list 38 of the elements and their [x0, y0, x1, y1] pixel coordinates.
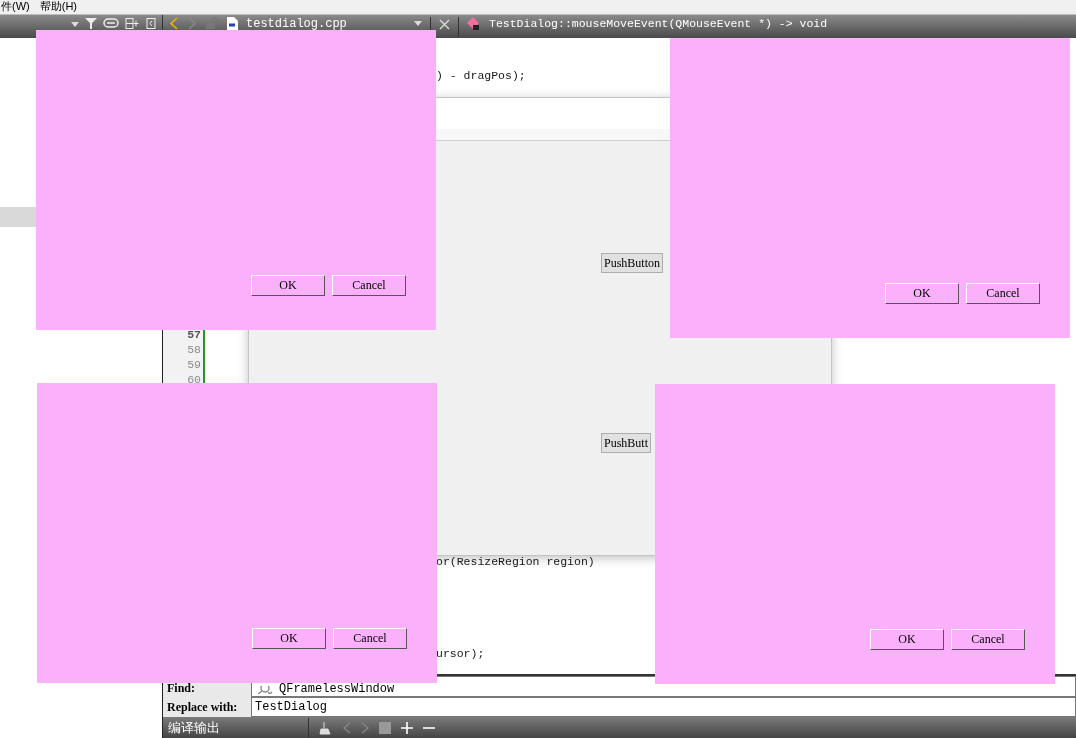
clear-icon[interactable]	[319, 720, 333, 735]
code-text: ) - dragPos);	[436, 68, 526, 84]
code-text: or(ResizeRegion region)	[436, 554, 595, 570]
dropdown-caret-icon[interactable]	[71, 22, 79, 27]
link-icon[interactable]	[103, 18, 119, 28]
dialog-button[interactable]: OK	[885, 283, 959, 304]
file-name[interactable]: testdialog.cpp	[246, 17, 406, 31]
output-pane-title[interactable]: 编译输出	[163, 718, 298, 737]
replace-field[interactable]: TestDialog	[251, 697, 1076, 718]
dialog-button[interactable]: OK	[870, 629, 944, 650]
symbol-lock-icon	[467, 17, 481, 31]
dialog-button[interactable]: Cancel	[966, 283, 1040, 304]
dialog-button[interactable]: Cancel	[332, 275, 406, 296]
line-number: 59	[163, 356, 205, 373]
close-pane-icon[interactable]	[146, 18, 156, 29]
push-button[interactable]: PushButt	[601, 433, 651, 453]
line-number: 57	[163, 326, 205, 342]
zoom-out-icon[interactable]	[423, 726, 435, 729]
code-text: ursor);	[436, 645, 485, 661]
previous-icon[interactable]	[343, 721, 351, 734]
zoom-in-icon[interactable]	[401, 721, 413, 734]
symbol-name[interactable]: TestDialog::mouseMoveEvent(QMouseEvent *) -> void	[489, 17, 828, 31]
find-label: Find:	[166, 680, 196, 698]
dialog-button[interactable]: Cancel	[333, 628, 407, 649]
dialog-button[interactable]: OK	[251, 275, 325, 296]
menu-item[interactable]: 帮助(H)	[39, 0, 77, 14]
line-number: 58	[163, 341, 205, 357]
close-icon[interactable]	[439, 19, 450, 30]
push-button[interactable]: PushButton	[601, 253, 663, 273]
dialog-button[interactable]: OK	[252, 628, 326, 649]
split-add-icon[interactable]	[125, 18, 140, 29]
replace-label: Replace with:	[166, 698, 239, 716]
menu-item[interactable]: 件(W)	[1, 0, 30, 14]
next-icon[interactable]	[361, 721, 369, 734]
dialog-button[interactable]: Cancel	[951, 629, 1025, 650]
line-number: 60	[163, 372, 205, 388]
dropdown-caret-icon[interactable]	[414, 21, 422, 26]
cpp-file-icon	[227, 17, 238, 30]
